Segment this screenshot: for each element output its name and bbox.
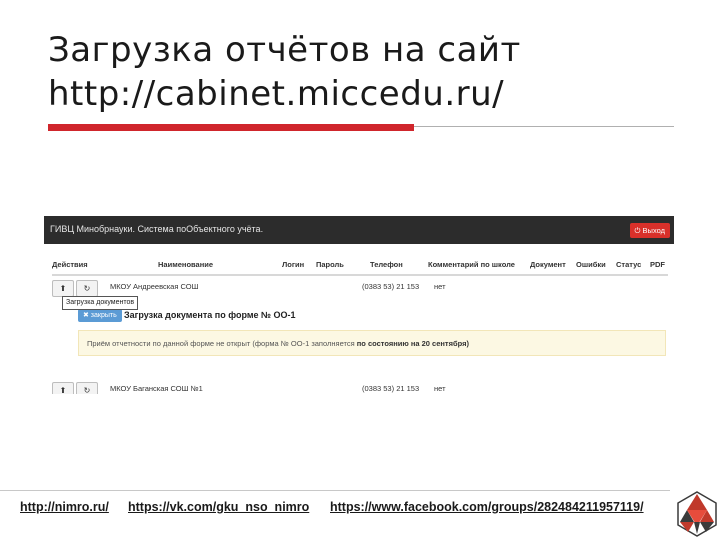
- school-comment: нет: [434, 384, 446, 393]
- upload-icon[interactable]: ⬆: [52, 280, 74, 297]
- refresh-icon[interactable]: ↻: [76, 382, 98, 394]
- col-comment: Комментарий по школе: [428, 260, 515, 269]
- school-phone: (0383 53) 21 153: [362, 282, 420, 291]
- footer-link-facebook[interactable]: https://www.facebook.com/groups/28248421…: [330, 500, 644, 514]
- nav-title: ГИВЦ Минобрнауки. Система поОбъектного у…: [50, 224, 264, 234]
- col-errors: Ошибки: [576, 260, 606, 269]
- upload-title: Загрузка документа по форме № ОО-1: [124, 310, 296, 320]
- school-phone: (0383 53) 21 153: [362, 384, 420, 393]
- slide-title-line2: http://cabinet.miccedu.ru/: [48, 74, 505, 114]
- table-header: Действия Наименование Логин Пароль Телеф…: [52, 256, 668, 276]
- embedded-screenshot: ГИВЦ Минобрнауки. Система поОбъектного у…: [44, 216, 674, 394]
- title-underline-gray: [414, 126, 674, 127]
- notice-bold: по состоянию на 20 сентября): [356, 339, 469, 348]
- col-actions: Действия: [52, 260, 88, 269]
- notice-box: Приём отчетности по данной форме не откр…: [78, 330, 666, 356]
- col-name: Наименование: [158, 260, 214, 269]
- triangle-mosaic-logo: [677, 491, 717, 537]
- footer-divider: [0, 490, 670, 491]
- col-password: Пароль: [316, 260, 344, 269]
- school-name: МКОУ Андреевская СОШ: [110, 282, 199, 291]
- close-button[interactable]: ✖ закрыть: [78, 309, 122, 322]
- power-icon: ⏻: [634, 226, 641, 235]
- col-pdf: PDF: [650, 260, 665, 269]
- table-row: ⬆ ↻ МКОУ Андреевская СОШ (0383 53) 21 15…: [52, 278, 668, 298]
- tooltip: Загрузка документов: [62, 296, 139, 310]
- exit-label: Выход: [642, 226, 665, 235]
- slide-title: Загрузка отчётов на сайт http://cabinet.…: [48, 28, 688, 116]
- col-document: Документ: [530, 260, 566, 269]
- title-underline-red: [48, 124, 414, 131]
- upload-icon[interactable]: ⬆: [52, 382, 74, 394]
- col-login: Логин: [282, 260, 305, 269]
- col-phone: Телефон: [370, 260, 403, 269]
- logo: [674, 488, 720, 540]
- school-comment: нет: [434, 282, 446, 291]
- slide-title-line1: Загрузка отчётов на сайт: [48, 30, 521, 70]
- notice-text: Приём отчетности по данной форме не откр…: [87, 339, 355, 348]
- footer-link-vk[interactable]: https://vk.com/gku_nso_nimro: [128, 500, 309, 514]
- col-status: Статус: [616, 260, 642, 269]
- table-row: ⬆ ↻ МКОУ Баганская СОШ №1 (0383 53) 21 1…: [52, 380, 668, 394]
- footer-link-nimro[interactable]: http://nimro.ru/: [20, 500, 109, 514]
- navbar: ГИВЦ Минобрнауки. Система поОбъектного у…: [44, 216, 674, 244]
- refresh-icon[interactable]: ↻: [76, 280, 98, 297]
- school-name: МКОУ Баганская СОШ №1: [110, 384, 203, 393]
- upload-panel: ✖ закрыть Загрузка документа по форме № …: [78, 306, 668, 364]
- exit-button[interactable]: ⏻ Выход: [629, 223, 670, 238]
